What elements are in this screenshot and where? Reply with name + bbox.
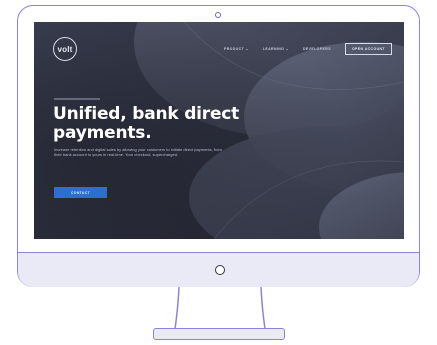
top-nav: PRODUCT ⌄ LEARNING ⌄ DEVELOPERS OPEN ACC…: [224, 42, 392, 56]
nav-item-learning[interactable]: LEARNING ⌄: [263, 47, 289, 51]
volt-logo[interactable]: volt: [53, 37, 77, 61]
monitor-stand-base: [153, 328, 285, 340]
hero-headline-line1: Unified, bank direct: [53, 104, 240, 124]
nav-item-developers[interactable]: DEVELOPERS: [303, 47, 331, 51]
power-button-icon[interactable]: [215, 265, 225, 275]
contact-button-label: CONTACT: [70, 190, 91, 195]
monitor-chin: [18, 252, 419, 287]
open-account-button[interactable]: OPEN ACCOUNT: [344, 43, 392, 55]
monitor-stand-neck: [174, 286, 266, 330]
hero-subtext: Increase retention and digital sales by …: [54, 147, 222, 158]
hero-headline: Unified, bank direct payments.: [53, 105, 253, 143]
eyebrow-line: [54, 98, 100, 100]
logo-text: volt: [57, 44, 73, 54]
camera-icon: [215, 12, 221, 18]
hero-headline-line2: payments.: [53, 123, 152, 143]
nav-item-product[interactable]: PRODUCT ⌄: [224, 47, 249, 51]
contact-button[interactable]: CONTACT: [54, 187, 107, 198]
website-screen: volt PRODUCT ⌄ LEARNING ⌄ DEVELOPERS OPE…: [34, 22, 404, 239]
